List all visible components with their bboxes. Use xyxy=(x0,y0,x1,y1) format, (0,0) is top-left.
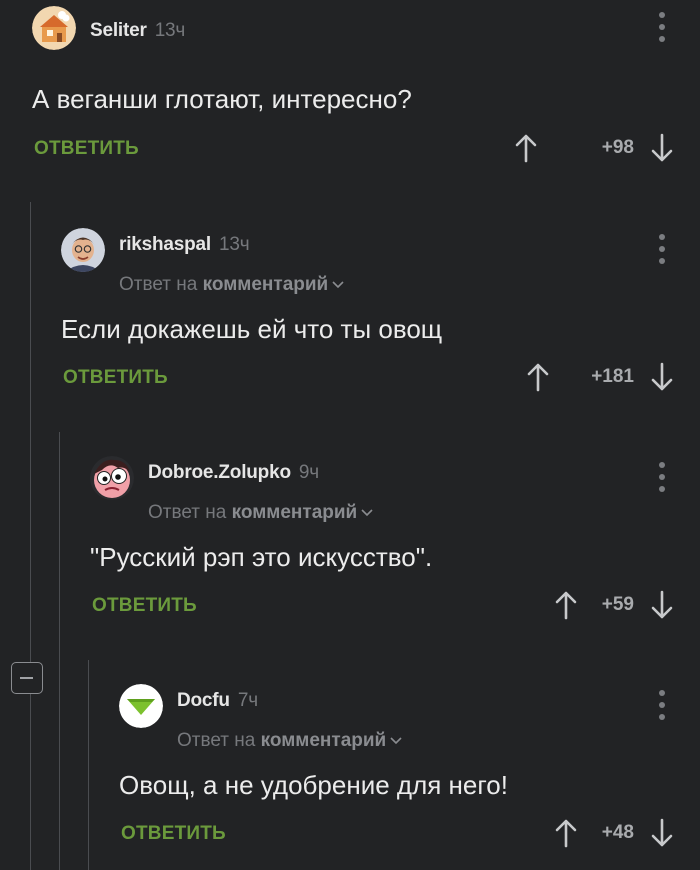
arrow-down-icon[interactable] xyxy=(650,818,674,848)
thread-line-level-1 xyxy=(30,202,31,870)
arrow-down-icon[interactable] xyxy=(650,133,674,163)
comment-rikshaspal: rikshaspal 13ч Ответ на комментарий Если … xyxy=(61,220,700,400)
chevron-down-icon xyxy=(332,281,344,289)
vote-controls: +98 xyxy=(514,131,674,165)
comment-time: 13ч xyxy=(219,234,250,255)
arrow-down-icon[interactable] xyxy=(650,362,674,392)
vote-controls: +59 xyxy=(554,588,674,622)
collapse-minus-icon xyxy=(20,677,33,679)
comment-text: "Русский рэп это искусство". xyxy=(90,542,433,572)
score: +181 xyxy=(591,366,634,387)
reply-button[interactable]: ОТВЕТИТЬ xyxy=(121,823,226,845)
arrow-up-icon[interactable] xyxy=(526,362,550,392)
avatar[interactable] xyxy=(61,228,105,272)
reply-to-link[interactable]: Ответ на комментарий xyxy=(148,502,373,524)
vote-controls: +181 xyxy=(526,360,674,394)
comment-text: Овощ, а не удобрение для него! xyxy=(119,770,508,800)
comment-time: 9ч xyxy=(298,462,319,483)
comment-dobroe-zolupko: Dobroe.Zolupko 9ч Ответ на комментарий "Р… xyxy=(90,448,700,628)
comment-text: А веганши глотают, интересно? xyxy=(32,84,412,114)
comment-seliter: Seliter 13ч А веганши глотают, интересно?… xyxy=(32,6,700,176)
arrow-up-icon[interactable] xyxy=(554,590,578,620)
collapse-thread-button[interactable] xyxy=(11,662,43,694)
more-vertical-icon[interactable] xyxy=(658,462,666,492)
comment-time: 7ч xyxy=(237,690,258,711)
more-vertical-icon[interactable] xyxy=(658,690,666,720)
avatar[interactable] xyxy=(90,456,134,500)
reply-button[interactable]: ОТВЕТИТЬ xyxy=(34,138,139,160)
avatar[interactable] xyxy=(32,6,76,50)
author-name[interactable]: Dobroe.Zolupko 9ч xyxy=(148,462,319,484)
reply-button[interactable]: ОТВЕТИТЬ xyxy=(92,595,197,617)
vote-controls: +48 xyxy=(554,816,674,850)
chevron-down-icon xyxy=(361,509,373,517)
more-vertical-icon[interactable] xyxy=(658,234,666,264)
avatar[interactable] xyxy=(119,684,163,728)
arrow-up-icon[interactable] xyxy=(554,818,578,848)
chevron-down-icon xyxy=(390,737,402,745)
thread-line-level-2 xyxy=(59,432,60,870)
reply-to-link[interactable]: Ответ на комментарий xyxy=(119,274,344,296)
arrow-up-icon[interactable] xyxy=(514,133,538,163)
thread-line-level-3 xyxy=(88,660,89,870)
author-name[interactable]: Seliter 13ч xyxy=(90,20,185,42)
arrow-down-icon[interactable] xyxy=(650,590,674,620)
comment-text: Если докажешь ей что ты овощ xyxy=(61,314,443,344)
score: +48 xyxy=(601,822,634,843)
score: +98 xyxy=(601,137,634,158)
comment-time: 13ч xyxy=(154,20,186,41)
score: +59 xyxy=(601,594,634,615)
more-vertical-icon[interactable] xyxy=(658,12,666,42)
reply-button[interactable]: ОТВЕТИТЬ xyxy=(63,367,168,389)
author-name[interactable]: rikshaspal 13ч xyxy=(119,234,250,256)
reply-to-link[interactable]: Ответ на комментарий xyxy=(177,730,402,752)
author-name[interactable]: Docfu 7ч xyxy=(177,690,258,712)
comment-docfu: Docfu 7ч Ответ на комментарий Овощ, а не … xyxy=(119,676,700,856)
